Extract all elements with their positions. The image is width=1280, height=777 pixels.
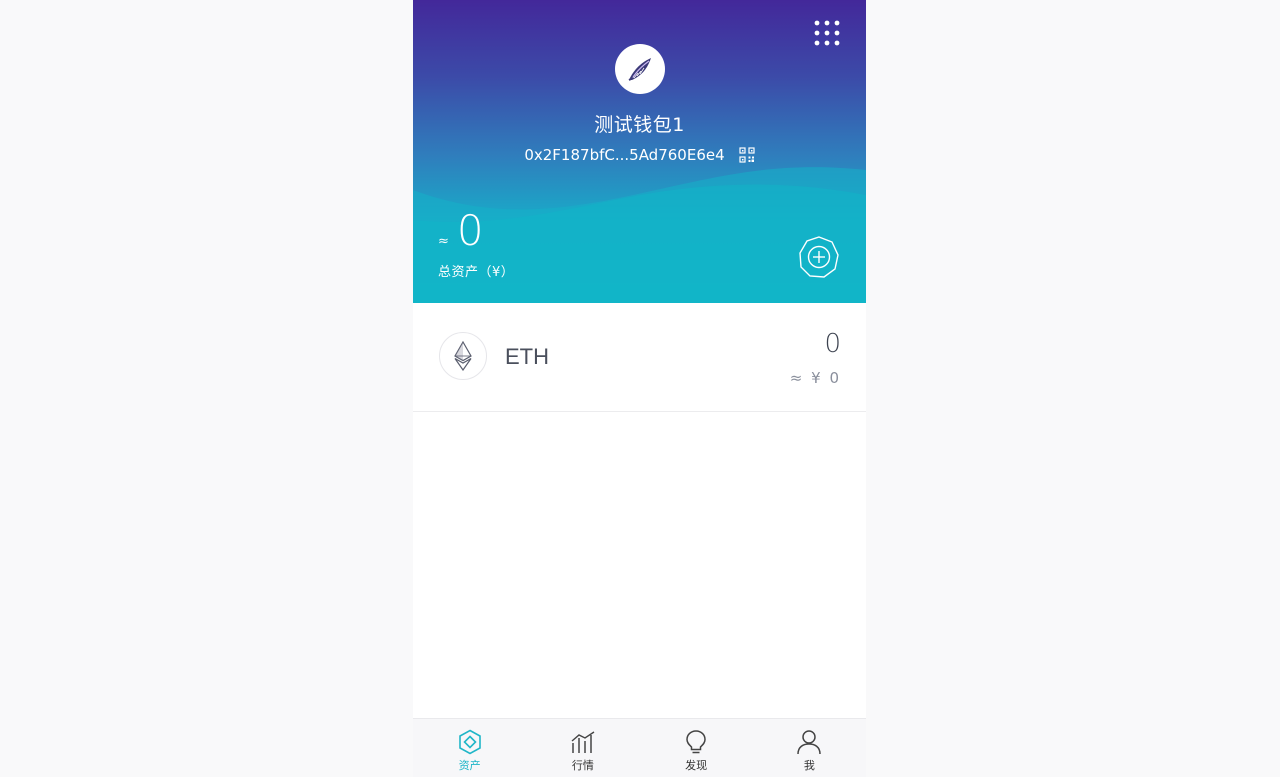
- assets-icon: [458, 729, 481, 755]
- discover-bulb-icon: [686, 730, 706, 754]
- profile-icon: [797, 730, 822, 755]
- tab-discover[interactable]: 发现: [640, 719, 753, 777]
- token-row-eth[interactable]: ETH 0 ≈ ¥ 0: [413, 303, 866, 412]
- add-asset-button[interactable]: [798, 235, 840, 279]
- wallet-avatar[interactable]: [615, 44, 665, 94]
- tab-label: 我: [803, 759, 815, 772]
- token-fiat-value: ≈ ¥ 0: [789, 369, 841, 387]
- total-assets-label: 总资产（¥）: [438, 265, 515, 280]
- token-icon: [439, 332, 487, 380]
- ethereum-icon: [454, 341, 472, 371]
- wallet-address[interactable]: 0x2F187bfC...5Ad760E6e4: [524, 146, 724, 164]
- add-asset-icon: [799, 236, 839, 278]
- wallet-header: 测试钱包1 0x2F187bfC...5Ad760E6e4 ≈ 0 总资产（¥）: [413, 0, 866, 303]
- total-assets: ≈ 0: [438, 206, 484, 256]
- wallet-address-row[interactable]: 0x2F187bfC...5Ad760E6e4: [413, 146, 866, 164]
- qr-code-icon[interactable]: [739, 147, 755, 163]
- grid-menu-icon[interactable]: [814, 20, 840, 46]
- bottom-tab-bar: 资产 行情 发现 我: [413, 718, 866, 777]
- market-chart-icon: [571, 731, 595, 753]
- seashell-avatar-icon: [628, 58, 651, 81]
- tab-label: 行情: [571, 759, 594, 772]
- wallet-name: 测试钱包1: [594, 114, 685, 136]
- tab-assets[interactable]: 资产: [413, 719, 526, 777]
- approx-sign: ≈: [438, 234, 449, 249]
- token-symbol: ETH: [505, 344, 549, 369]
- app-screen: 测试钱包1 0x2F187bfC...5Ad760E6e4 ≈ 0 总资产（¥）: [413, 0, 866, 777]
- tab-label: 资产: [458, 759, 481, 772]
- tab-market[interactable]: 行情: [526, 719, 639, 777]
- tab-profile[interactable]: 我: [753, 719, 866, 777]
- token-amount: 0: [824, 329, 841, 359]
- tab-label: 发现: [685, 759, 708, 772]
- total-assets-value: 0: [456, 206, 484, 255]
